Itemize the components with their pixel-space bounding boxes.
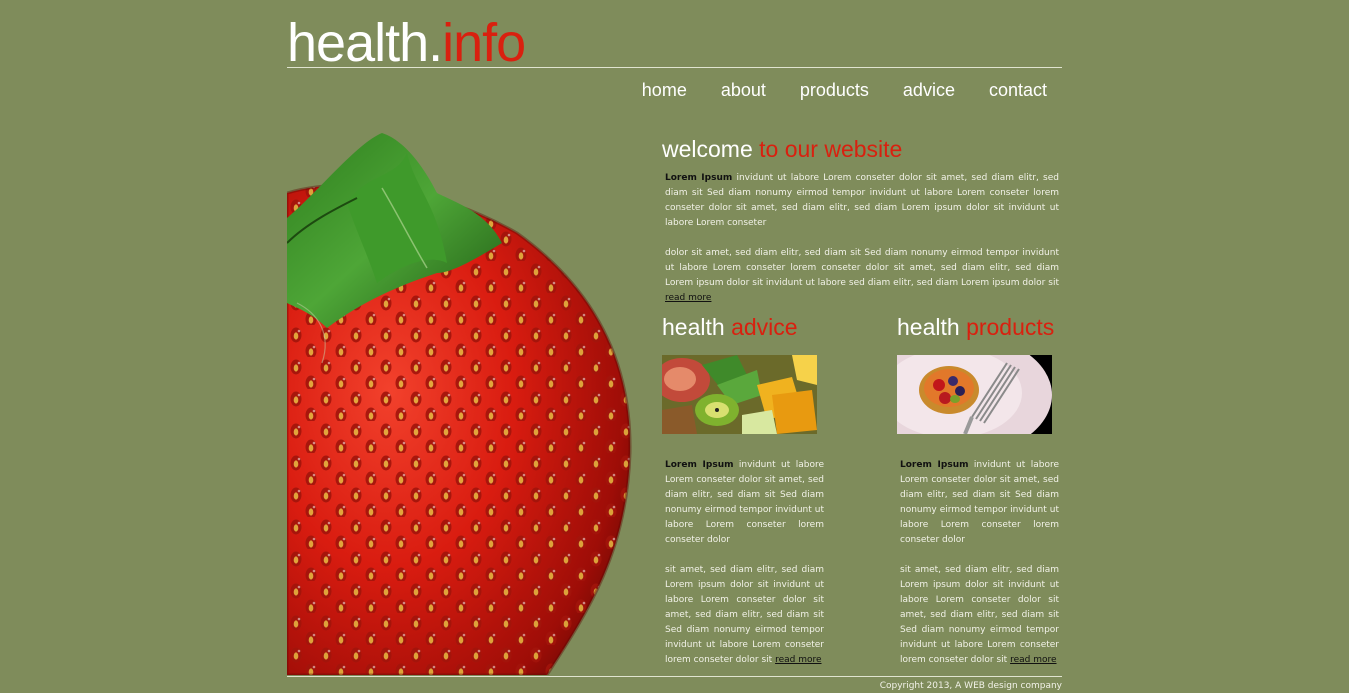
page: health.info home about products advice c…	[287, 0, 1062, 693]
welcome-text: Lorem Ipsum invidunt ut labore Lorem con…	[665, 171, 1059, 306]
footer-divider	[287, 676, 1062, 677]
nav-about[interactable]: about	[687, 77, 766, 103]
products-heading-white: health	[897, 314, 967, 340]
welcome-bold-lead: Lorem Ipsum	[665, 173, 733, 183]
welcome-read-more-link[interactable]: read more	[665, 293, 711, 303]
strawberry-hero-image	[287, 133, 632, 675]
advice-text: Lorem Ipsum invidunt ut labore Lorem con…	[665, 458, 824, 668]
fruit-tart-image	[897, 355, 1052, 434]
fruit-salad-image	[662, 355, 817, 434]
products-paragraph-2-text: sit amet, sed diam elitr, sed diam Lorem…	[900, 565, 1059, 665]
advice-bold-lead: Lorem Ipsum	[665, 460, 734, 470]
advice-paragraph-1: Lorem Ipsum invidunt ut labore Lorem con…	[665, 458, 824, 548]
advice-paragraph-2: sit amet, sed diam elitr, sed diam Lorem…	[665, 563, 824, 668]
products-paragraph-1: Lorem Ipsum invidunt ut labore Lorem con…	[900, 458, 1059, 548]
welcome-heading: welcome to our website	[662, 135, 902, 163]
welcome-heading-red: to our website	[752, 136, 903, 162]
products-paragraph-1-text: invidunt ut labore Lorem conseter dolor …	[900, 460, 1059, 545]
health-products-section: health products Lorem Ipsum invidunt ut …	[897, 313, 1059, 665]
products-read-more-link[interactable]: read more	[1010, 655, 1056, 665]
site-logo[interactable]: health.info	[287, 12, 526, 74]
advice-heading-white: health	[662, 314, 732, 340]
nav-products[interactable]: products	[766, 77, 869, 103]
advice-paragraph-2-text: sit amet, sed diam elitr, sed diam Lorem…	[665, 565, 824, 665]
logo-text-white: health.	[287, 13, 443, 73]
welcome-paragraph-1: Lorem Ipsum invidunt ut labore Lorem con…	[665, 171, 1059, 231]
header-divider	[287, 67, 1062, 68]
products-text: Lorem Ipsum invidunt ut labore Lorem con…	[900, 458, 1059, 668]
advice-heading-red: advice	[731, 314, 798, 340]
products-heading: health products	[897, 313, 1054, 341]
health-advice-section: health advice Lorem Ipsum invidunt ut la…	[662, 313, 824, 665]
welcome-heading-white: welcome	[662, 136, 753, 162]
advice-paragraph-1-text: invidunt ut labore Lorem conseter dolor …	[665, 460, 824, 545]
welcome-paragraph-2-text: dolor sit amet, sed diam elitr, sed diam…	[665, 248, 1059, 288]
nav-contact[interactable]: contact	[955, 77, 1047, 103]
products-paragraph-2: sit amet, sed diam elitr, sed diam Lorem…	[900, 563, 1059, 668]
advice-read-more-link[interactable]: read more	[775, 655, 821, 665]
footer-copyright: Copyright 2013, A WEB design company	[879, 681, 1062, 691]
nav-advice[interactable]: advice	[869, 77, 955, 103]
main-nav: home about products advice contact	[608, 77, 1047, 103]
advice-heading: health advice	[662, 313, 798, 341]
nav-home[interactable]: home	[608, 77, 687, 103]
welcome-paragraph-2: dolor sit amet, sed diam elitr, sed diam…	[665, 246, 1059, 306]
logo-text-red: info	[442, 13, 526, 73]
products-bold-lead: Lorem Ipsum	[900, 460, 969, 470]
products-heading-red: products	[966, 314, 1055, 340]
